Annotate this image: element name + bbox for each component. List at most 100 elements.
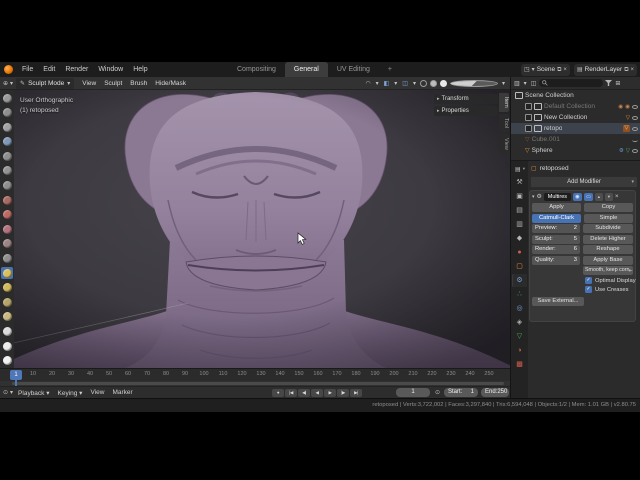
- shading-wireframe-icon[interactable]: [419, 80, 427, 87]
- brush-tool-10[interactable]: [1, 238, 13, 250]
- properties-tab-material[interactable]: ◑: [512, 344, 527, 357]
- add-modifier-dropdown[interactable]: Add Modifier ▾: [530, 176, 638, 188]
- outliner-search[interactable]: [539, 79, 604, 87]
- button-reshape[interactable]: Reshape: [583, 245, 633, 254]
- outliner-row-scene-collection[interactable]: Scene Collection: [511, 90, 640, 101]
- modifier-name-field[interactable]: Multires: [543, 192, 571, 201]
- properties-tab-texture[interactable]: ▩: [512, 358, 527, 371]
- search-input[interactable]: [550, 80, 595, 86]
- subdivision-type-simple[interactable]: Simple: [584, 213, 633, 223]
- outliner-row-new-collection[interactable]: New Collection ▽: [511, 112, 640, 123]
- field-quality[interactable]: Quality: 3: [532, 255, 580, 265]
- save-external-button[interactable]: Save External...: [532, 296, 584, 306]
- workspace-tab-compositing[interactable]: Compositing: [228, 62, 285, 77]
- properties-tab-object[interactable]: ▢: [512, 260, 527, 273]
- active-tool-icon[interactable]: ⊕: [0, 80, 9, 87]
- brush-tool-8[interactable]: [1, 209, 13, 221]
- brush-tool-12[interactable]: [1, 267, 13, 280]
- viewport-menu-sculpt[interactable]: Sculpt: [100, 80, 126, 87]
- viewport-menu-hide-mask[interactable]: Hide/Mask: [151, 80, 190, 87]
- close-icon[interactable]: ×: [563, 64, 567, 76]
- collection-checkbox-icon[interactable]: [525, 114, 532, 121]
- properties-tab-particles[interactable]: ∴: [512, 288, 527, 301]
- properties-tab-constraints[interactable]: ◈: [512, 316, 527, 329]
- close-icon[interactable]: ×: [630, 64, 634, 76]
- editor-type-icon[interactable]: ▥: [513, 80, 521, 87]
- eye-open-icon[interactable]: [632, 104, 638, 109]
- start-frame-field[interactable]: Start: 1: [444, 388, 478, 397]
- brush-tool-9[interactable]: [1, 223, 13, 235]
- brush-tool-18[interactable]: [1, 355, 13, 367]
- properties-tab-tool[interactable]: ⚒: [512, 176, 527, 189]
- delete-modifier-button[interactable]: ×: [615, 193, 619, 200]
- viewport-visibility-toggle[interactable]: ▭: [583, 192, 593, 201]
- npanel-section-properties[interactable]: ▸ Properties: [434, 106, 498, 116]
- brush-tool-7[interactable]: [1, 194, 13, 206]
- brush-tool-6[interactable]: [1, 180, 13, 192]
- apply-button[interactable]: Apply: [532, 203, 581, 212]
- eye-open-icon[interactable]: [632, 126, 638, 131]
- shading-rendered-icon[interactable]: [449, 80, 498, 87]
- viewport-3d[interactable]: [0, 90, 510, 368]
- properties-tab-scene[interactable]: ◆: [512, 232, 527, 245]
- filter-icon[interactable]: [605, 80, 613, 86]
- npanel-section-transform[interactable]: ▸ Transform: [434, 94, 498, 104]
- brush-tool-14[interactable]: [1, 296, 13, 308]
- display-mode-icon[interactable]: ◫: [530, 80, 538, 87]
- outliner-row-sphere[interactable]: ▽ Sphere ⚙ ▽: [511, 145, 640, 156]
- timeline-menu-playback[interactable]: Playback ▾: [14, 389, 53, 397]
- transport-auto-keying[interactable]: ●: [272, 388, 284, 397]
- menubar-window[interactable]: Window: [93, 62, 128, 77]
- npanel-tab-tool[interactable]: Tool: [499, 113, 509, 132]
- brush-tool-16[interactable]: [1, 326, 13, 338]
- collection-checkbox-icon[interactable]: [525, 125, 532, 132]
- transport-play[interactable]: ▶: [324, 388, 336, 397]
- mode-selector[interactable]: ✎ Sculpt Mode ▾: [16, 77, 75, 89]
- current-frame-field[interactable]: 1: [396, 388, 430, 397]
- move-up-button[interactable]: ▴: [594, 192, 603, 201]
- brush-tool-13[interactable]: [1, 282, 13, 294]
- properties-tab-world[interactable]: ●: [512, 246, 527, 259]
- blender-logo-icon[interactable]: [4, 65, 13, 74]
- workspace-tab-general[interactable]: General: [284, 62, 328, 77]
- new-scene-icon[interactable]: ⧉: [557, 64, 561, 76]
- timeline-menu-keying[interactable]: Keying ▾: [54, 389, 87, 397]
- properties-tab-render[interactable]: ▣: [512, 190, 527, 203]
- brush-tool-1[interactable]: [1, 107, 13, 119]
- eye-open-icon[interactable]: [632, 115, 638, 120]
- filter-settings-icon[interactable]: ⊞: [614, 80, 621, 87]
- transport-jump-to-end[interactable]: ▶|: [350, 388, 362, 397]
- brush-tool-11[interactable]: [1, 253, 13, 265]
- button-subdivide[interactable]: Subdivide: [583, 224, 633, 233]
- properties-tab-modifiers[interactable]: ⚙: [512, 274, 527, 287]
- transport-play-reverse[interactable]: ◀: [311, 388, 323, 397]
- copy-button[interactable]: Copy: [584, 203, 633, 212]
- expand-arrow-icon[interactable]: ▾: [532, 194, 535, 200]
- eye-open-icon[interactable]: [632, 148, 638, 153]
- subdivision-type-catmull-clark[interactable]: Catmull-Clark: [532, 213, 581, 223]
- end-frame-field[interactable]: End: 250: [481, 388, 509, 397]
- outliner-row-default-collection[interactable]: Default Collection ◉ ◉: [511, 101, 640, 112]
- button-apply-base[interactable]: Apply Base: [583, 255, 633, 265]
- move-down-button[interactable]: ▾: [604, 192, 613, 201]
- menubar-file[interactable]: File: [17, 62, 38, 77]
- outliner-row-cube-001[interactable]: ▽ Cube.001: [511, 134, 640, 145]
- field-render[interactable]: Render: 6: [532, 245, 580, 254]
- brush-tool-15[interactable]: [1, 311, 13, 323]
- breadcrumb-object-name[interactable]: retoposed: [540, 165, 569, 172]
- brush-tool-2[interactable]: [1, 121, 13, 133]
- uv-smooth-dropdown[interactable]: Smooth, keep corn... ▾: [583, 266, 633, 275]
- properties-tab-object-data[interactable]: ▽: [512, 330, 527, 343]
- option-optimal-display[interactable]: ✓ Optimal Display: [585, 277, 636, 285]
- render-visibility-toggle[interactable]: ◉: [572, 192, 582, 201]
- transport-jump-to-start[interactable]: |◀: [285, 388, 297, 397]
- brush-tool-5[interactable]: [1, 165, 13, 177]
- transport-previous-keyframe[interactable]: ◀|: [298, 388, 310, 397]
- workspace-tab-uv-editing[interactable]: UV Editing: [328, 62, 379, 77]
- orientation-icon[interactable]: ◧: [383, 80, 391, 87]
- eye-closed-icon[interactable]: [632, 138, 638, 142]
- option-use-creases[interactable]: ✓ Use Creases: [585, 286, 633, 294]
- properties-tab-output[interactable]: ▤: [512, 204, 527, 217]
- view-layer-selector[interactable]: ▤ RenderLayer ⧉ ×: [573, 63, 637, 76]
- collection-checkbox-icon[interactable]: [525, 103, 532, 110]
